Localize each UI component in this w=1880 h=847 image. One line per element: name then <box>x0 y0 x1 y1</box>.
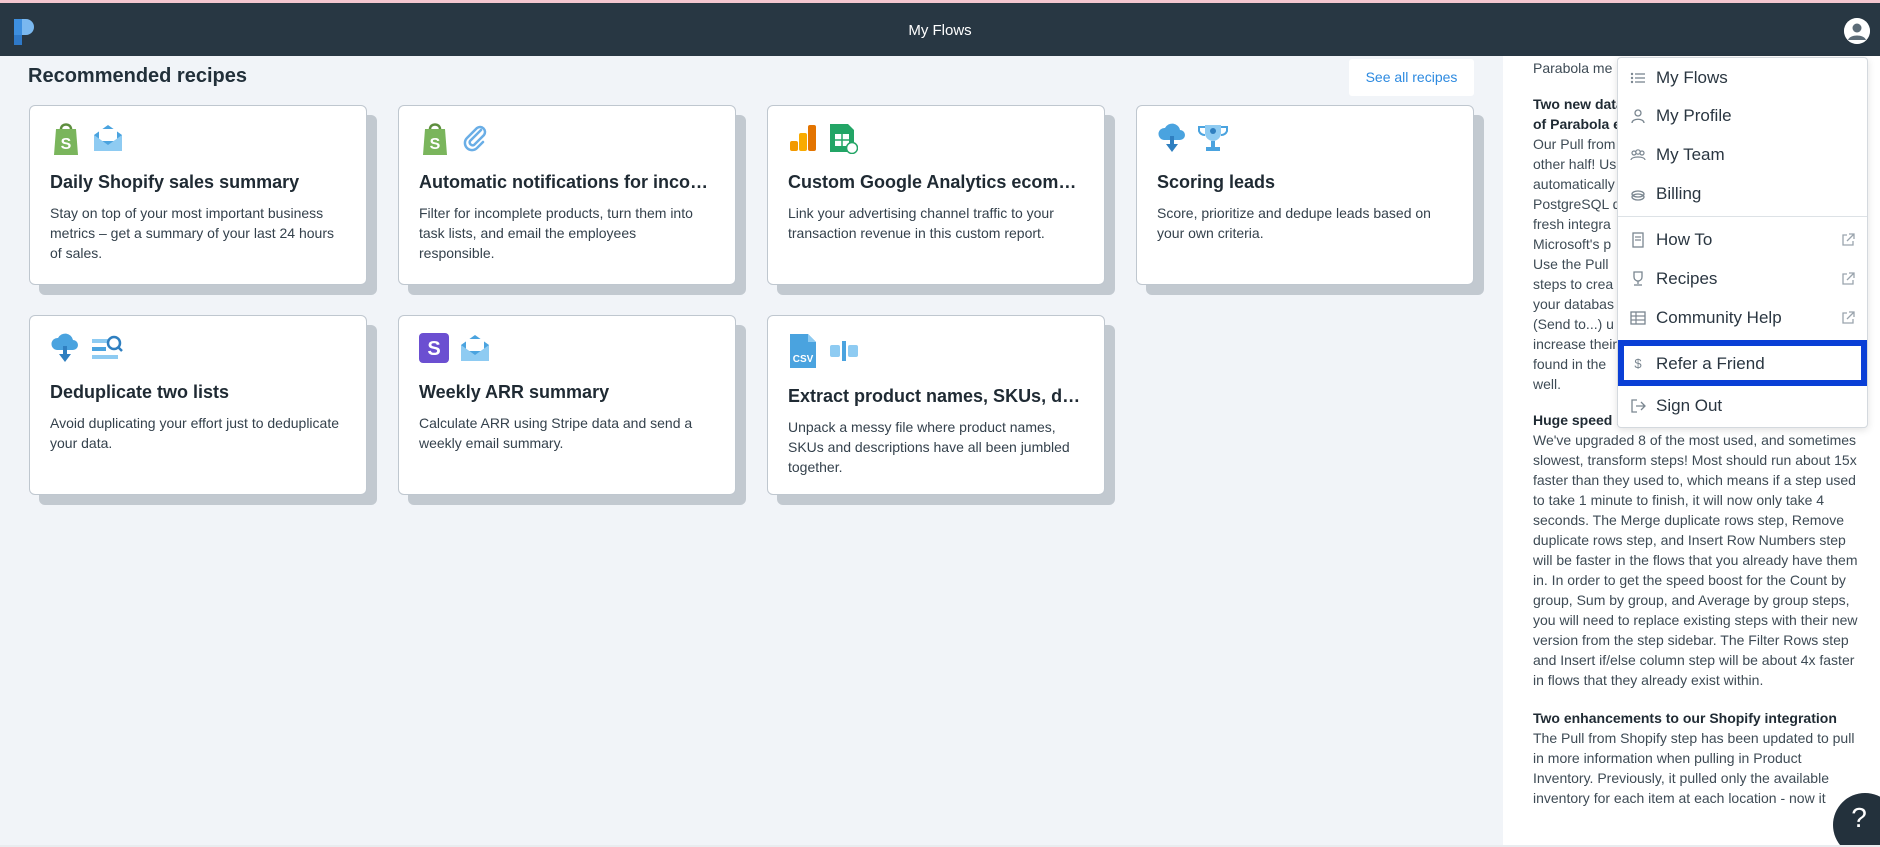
recipe-card[interactable]: Deduplicate two lists Avoid duplicating … <box>29 315 377 505</box>
recipe-description: Unpack a messy file where product names,… <box>788 419 1070 475</box>
news-paragraph: We've upgraded 8 of the most used, and s… <box>1533 432 1858 688</box>
shopify-icon: S <box>423 123 447 155</box>
search-list-icon <box>92 335 123 359</box>
billing-icon <box>1631 190 1645 201</box>
external-link-icon <box>1842 233 1855 246</box>
menu-item-label: Billing <box>1656 184 1702 203</box>
book-icon <box>1632 232 1644 248</box>
recipe-description: Calculate ARR using Stripe data and send… <box>419 415 693 451</box>
svg-text:S: S <box>427 338 440 360</box>
menu-item-refer-a-friend[interactable]: $ Refer a Friend <box>1618 340 1867 386</box>
stripe-icon: S <box>419 333 449 363</box>
recipe-title: Weekly ARR summary <box>419 382 610 402</box>
menu-item-my-team[interactable]: My Team <box>1618 135 1867 175</box>
paperclip-icon <box>463 125 487 152</box>
trophy-icon <box>1198 125 1228 151</box>
recipe-card[interactable]: S Daily Shopify sales summary Stay on to… <box>29 105 377 295</box>
split-column-icon <box>830 341 858 361</box>
user-avatar-icon[interactable] <box>1844 18 1870 44</box>
menu-divider <box>1618 216 1867 217</box>
cloud-download-icon <box>1158 123 1185 152</box>
menu-item-recipes[interactable]: Recipes <box>1618 259 1867 299</box>
external-link-icon <box>1842 311 1855 324</box>
svg-text:$: $ <box>1634 356 1642 371</box>
dollar-icon: $ <box>1634 356 1642 371</box>
menu-item-label: My Profile <box>1656 106 1732 125</box>
menu-item-community-help[interactable]: Community Help <box>1618 298 1867 338</box>
google-analytics-icon <box>790 125 816 151</box>
recipe-description: Filter for incomplete products, turn the… <box>419 205 693 261</box>
person-icon <box>1631 109 1645 124</box>
menu-item-my-flows[interactable]: My Flows <box>1618 58 1867 98</box>
recipe-card[interactable]: S Weekly ARR summary Calculate ARR using… <box>398 315 746 505</box>
section-title: Recommended recipes <box>28 65 247 87</box>
shopify-icon: S <box>54 123 78 155</box>
recipe-card[interactable]: Custom Google Analytics ecomm... Link yo… <box>767 105 1115 295</box>
recipe-description: Avoid duplicating your effort just to de… <box>50 415 340 451</box>
recipe-card[interactable]: CSV Extract product names, SKUs, des... … <box>767 315 1115 505</box>
list-icon <box>1630 72 1645 84</box>
menu-item-label: Sign Out <box>1656 396 1723 415</box>
menu-item-my-profile[interactable]: My Profile <box>1618 96 1867 136</box>
recipe-title: Daily Shopify sales summary <box>50 172 300 192</box>
page-title: My Flows <box>908 22 972 39</box>
menu-item-how-to[interactable]: How To <box>1618 220 1867 260</box>
news-heading: Two enhancements to our Shopify integrat… <box>1533 710 1837 726</box>
top-bar: My Flows <box>0 3 1880 56</box>
cloud-download-icon <box>51 333 78 362</box>
menu-item-billing[interactable]: Billing <box>1618 174 1867 214</box>
svg-text:CSV: CSV <box>793 354 814 365</box>
menu-item-label: My Team <box>1656 145 1725 164</box>
recipe-title: Extract product names, SKUs, des... <box>788 386 1084 406</box>
csv-file-icon: CSV <box>790 334 816 368</box>
menu-item-label: My Flows <box>1656 68 1728 87</box>
recipes-main: Recommended recipes See all recipes S Da… <box>0 56 1503 845</box>
menu-item-label: Recipes <box>1656 269 1718 288</box>
user-menu-dropdown: My Flows My Profile My Team Billing How <box>1617 57 1868 428</box>
recipe-description: Stay on top of your most important busin… <box>50 205 334 261</box>
google-sheets-icon <box>830 124 858 154</box>
recipe-description: Link your advertising channel traffic to… <box>788 205 1054 241</box>
sign-out-icon <box>1631 399 1646 413</box>
email-icon <box>461 335 489 361</box>
menu-item-label: How To <box>1656 230 1713 249</box>
recipe-title: Scoring leads <box>1157 172 1276 192</box>
recipe-title: Automatic notifications for incom... <box>419 172 715 192</box>
svg-text:S: S <box>430 136 441 153</box>
trophy-icon <box>1633 271 1643 286</box>
svg-text:S: S <box>61 136 72 153</box>
menu-item-sign-out[interactable]: Sign Out <box>1618 386 1867 426</box>
recipe-description: Score, prioritize and dedupe leads based… <box>1157 205 1431 241</box>
menu-item-label: Community Help <box>1656 308 1782 327</box>
team-icon <box>1630 149 1646 161</box>
recipe-card[interactable]: S Automatic notifications for incom... F… <box>398 105 746 295</box>
menu-item-label: Refer a Friend <box>1656 354 1765 373</box>
recipe-title: Deduplicate two lists <box>50 382 230 402</box>
recipe-card[interactable]: Scoring leads Score, prioritize and dedu… <box>1136 105 1484 295</box>
external-link-icon <box>1842 272 1855 285</box>
email-icon <box>94 125 122 151</box>
news-paragraph: The Pull from Shopify step has been upda… <box>1533 730 1855 806</box>
see-all-recipes-button[interactable]: See all recipes <box>1349 59 1474 96</box>
table-icon <box>1630 311 1646 325</box>
recipe-title: Custom Google Analytics ecomm... <box>788 172 1084 192</box>
